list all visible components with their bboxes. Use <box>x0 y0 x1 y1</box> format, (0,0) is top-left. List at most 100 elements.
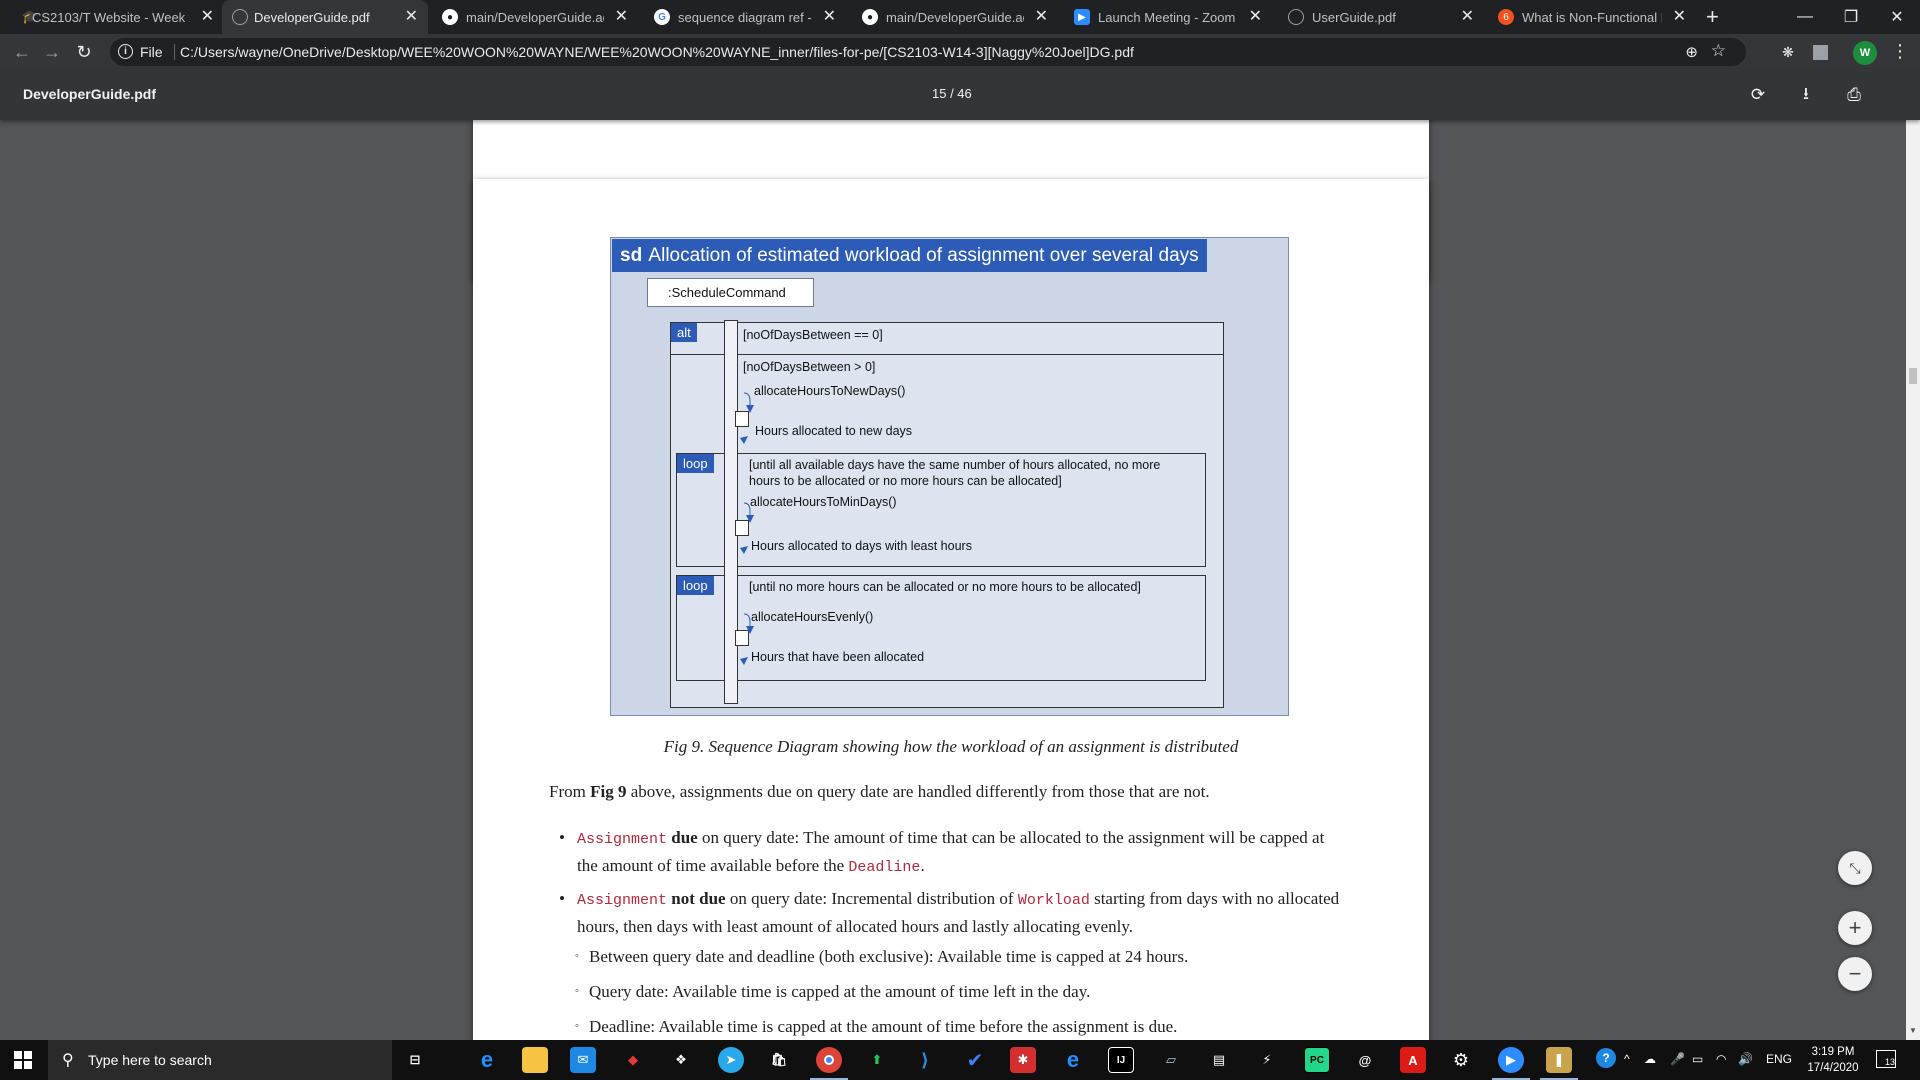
vscode-icon[interactable]: ⟩ <box>912 1047 938 1073</box>
close-icon[interactable]: ✕ <box>823 9 836 25</box>
forward-button[interactable]: → <box>40 40 64 64</box>
help-icon[interactable]: ? <box>1596 1048 1616 1068</box>
scrollbar-thumb[interactable] <box>1909 368 1917 384</box>
new-tab-button[interactable]: + <box>1706 4 1719 30</box>
chevron-up-icon[interactable]: ^ <box>1624 1052 1630 1066</box>
activation-bar-nested <box>735 630 749 646</box>
battery-icon[interactable]: ▭ <box>1692 1052 1703 1066</box>
tab-github-dg-2[interactable]: ● main/DeveloperGuide.adoc ✕ <box>848 0 1058 34</box>
pdf-filename: DeveloperGuide.pdf <box>23 86 157 102</box>
message-label: allocateHoursToNewDays() <box>754 384 906 398</box>
menu-kebab-icon[interactable]: ⋮ <box>1890 41 1910 62</box>
alt-frame: alt [noOfDaysBetween == 0] [noOfDaysBetw… <box>670 322 1224 708</box>
address-bar[interactable]: i File C:/Users/wayne/OneDrive/Desktop/W… <box>110 38 1746 66</box>
angular-icon[interactable]: A <box>1400 1047 1426 1073</box>
close-icon[interactable]: ✕ <box>615 9 628 25</box>
alt-tag: alt <box>671 323 697 342</box>
internet-explorer-icon[interactable]: e <box>1060 1047 1086 1073</box>
extension-icon[interactable]: ❋ <box>1778 42 1798 62</box>
zoom-in-button[interactable]: + <box>1838 911 1872 945</box>
return-label: Hours allocated to days with least hours <box>751 539 972 553</box>
scrollbar[interactable]: ▲ ▼ <box>1906 70 1920 1040</box>
url-text[interactable]: C:/Users/wayne/OneDrive/Desktop/WEE%20WO… <box>180 44 1134 60</box>
window-close-button[interactable]: ✕ <box>1874 0 1920 34</box>
chrome-icon[interactable] <box>810 1047 848 1080</box>
clock-time: 3:19 PM <box>1811 1046 1855 1058</box>
sourcetree-icon[interactable]: ⬆ <box>864 1047 890 1073</box>
rotate-icon[interactable]: ⟳ <box>1746 83 1770 107</box>
bookmark-star-icon[interactable]: ☆ <box>1711 41 1726 61</box>
page-indicator[interactable]: 15 / 46 <box>932 86 972 101</box>
tab-userguide-pdf[interactable]: UserGuide.pdf ✕ <box>1274 0 1484 34</box>
print-icon[interactable]: ⎙ <box>1842 83 1866 107</box>
tab-google-search[interactable]: G sequence diagram ref - Goo ✕ <box>640 0 846 34</box>
tab-zoom-meeting[interactable]: ▶ Launch Meeting - Zoom ✕ <box>1060 0 1272 34</box>
at-icon[interactable]: @ <box>1352 1047 1378 1073</box>
info-icon[interactable]: i <box>118 44 133 59</box>
zoom-icon: ▶ <box>1074 9 1090 25</box>
close-icon[interactable]: ✕ <box>1035 9 1048 25</box>
tab-github-dg-1[interactable]: ● main/DeveloperGuide.adoc ✕ <box>428 0 638 34</box>
power-automate-icon[interactable]: ⚡ <box>1254 1047 1280 1073</box>
back-button[interactable]: ← <box>10 40 34 64</box>
telegram-icon[interactable]: ➤ <box>718 1047 744 1073</box>
avatar[interactable]: W <box>1853 41 1877 65</box>
restore-button[interactable]: ❐ <box>1828 0 1874 34</box>
language-indicator[interactable]: ENG <box>1766 1052 1792 1066</box>
close-icon[interactable]: ✕ <box>1249 9 1262 25</box>
tab-title: Launch Meeting - Zoom <box>1098 9 1236 25</box>
wifi-icon[interactable]: ◠ <box>1716 1052 1726 1066</box>
guard-text: [noOfDaysBetween == 0] <box>743 328 883 342</box>
tab-title: main/DeveloperGuide.adoc <box>466 9 604 25</box>
mail-icon[interactable]: ✉ <box>570 1047 596 1073</box>
extension-square-icon[interactable] <box>1810 42 1830 62</box>
cloud-icon[interactable]: ☁ <box>1644 1052 1656 1066</box>
pycharm-icon[interactable]: PC <box>1304 1047 1330 1073</box>
notes-icon[interactable]: ▱ <box>1158 1047 1184 1073</box>
download-icon[interactable]: ⭳ <box>1794 83 1818 107</box>
close-icon[interactable]: ✕ <box>1461 9 1474 25</box>
badge-icon: 6 <box>1498 9 1514 25</box>
file-explorer-icon[interactable] <box>522 1047 548 1073</box>
zoom-app-icon[interactable]: ▶ <box>1492 1047 1530 1080</box>
activation-bar <box>724 320 738 704</box>
app-star-icon[interactable]: ✱ <box>1010 1047 1036 1073</box>
return-label: Hours that have been allocated <box>751 650 925 664</box>
reload-button[interactable]: ↻ <box>72 40 96 64</box>
scroll-down-icon[interactable]: ▼ <box>1909 1026 1917 1035</box>
loop-tag: loop <box>677 454 714 473</box>
start-button[interactable] <box>0 1040 46 1080</box>
dropbox-icon[interactable]: ❖ <box>668 1047 694 1073</box>
minimize-button[interactable]: — <box>1782 0 1828 34</box>
edge-icon[interactable]: e <box>474 1047 500 1073</box>
game-icon[interactable]: ◆ <box>620 1047 646 1073</box>
close-icon[interactable]: ✕ <box>1673 9 1686 25</box>
settings-gear-icon[interactable]: ⚙ <box>1448 1047 1474 1073</box>
sub-bullet-item: ◦ Query date: Available time is capped at… <box>575 982 1091 1001</box>
search-placeholder: Type here to search <box>88 1052 212 1068</box>
store-icon[interactable]: 🛍 <box>766 1047 792 1073</box>
tab-cs2103-website[interactable]: 🎓 CS2103/T Website - Week 1 ✕ <box>0 0 224 34</box>
clock[interactable]: 3:19 PM 17/4/2020 <box>1800 1044 1866 1076</box>
fit-to-page-button[interactable]: ⤡ <box>1838 851 1872 885</box>
tab-developer-guide-pdf[interactable]: DeveloperGuide.pdf ✕ <box>222 0 428 34</box>
close-icon[interactable]: ✕ <box>405 9 418 25</box>
intellij-icon[interactable]: IJ <box>1108 1047 1134 1073</box>
tab-non-functional[interactable]: 6 What is Non-Functional Req ✕ <box>1486 0 1696 34</box>
todo-icon[interactable]: ✔ <box>962 1047 988 1073</box>
document-app-icon[interactable]: ❚ <box>1540 1047 1578 1080</box>
tab-strip: 🎓 CS2103/T Website - Week 1 ✕ DeveloperG… <box>0 0 1920 34</box>
activation-bar-nested <box>735 520 749 536</box>
zoom-icon[interactable]: ⊕ <box>1685 43 1698 61</box>
notification-icon[interactable]: 13 <box>1876 1050 1896 1068</box>
taskbar-search[interactable]: ⚲ Type here to search <box>48 1040 392 1080</box>
browser-toolbar: ← → ↻ i File C:/Users/wayne/OneDrive/Des… <box>0 34 1920 70</box>
remote-desktop-icon[interactable]: ▤ <box>1206 1047 1232 1073</box>
task-view-icon[interactable]: ⊟ <box>402 1047 428 1073</box>
zoom-out-button[interactable]: − <box>1838 957 1872 991</box>
volume-icon[interactable]: 🔊 <box>1738 1052 1753 1066</box>
guard-text: hours to be allocated or no more hours c… <box>749 474 1062 488</box>
microphone-icon[interactable]: 🎤 <box>1670 1052 1685 1066</box>
globe-icon <box>1288 9 1304 25</box>
close-icon[interactable]: ✕ <box>201 9 214 25</box>
